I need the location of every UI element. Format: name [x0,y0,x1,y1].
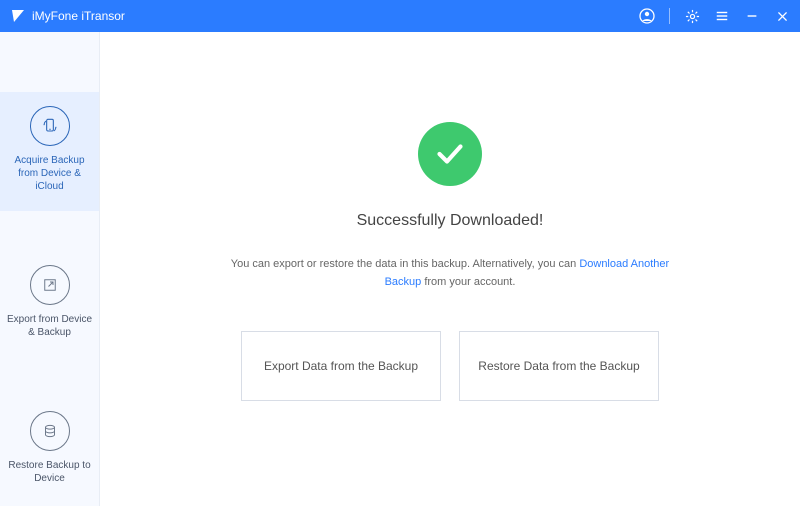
status-description: You can export or restore the data in th… [230,256,670,291]
success-check-icon [418,122,482,186]
export-data-button[interactable]: Export Data from the Backup [241,331,441,401]
action-row: Export Data from the Backup Restore Data… [241,331,659,401]
main-content: Successfully Downloaded! You can export … [100,32,800,506]
phone-sync-icon [30,106,70,146]
export-icon [30,265,70,305]
desc-suffix: from your account. [421,276,515,288]
desc-prefix: You can export or restore the data in th… [231,258,580,270]
sidebar: Acquire Backup from Device & iCloud Expo… [0,32,100,506]
sidebar-item-label: Acquire Backup from Device & iCloud [6,154,93,193]
export-button-label: Export Data from the Backup [264,359,418,373]
sidebar-item-acquire-backup[interactable]: Acquire Backup from Device & iCloud [0,92,99,211]
sidebar-item-label: Export from Device & Backup [6,313,93,339]
status-heading: Successfully Downloaded! [357,212,544,230]
close-button[interactable] [774,8,790,24]
titlebar-left: iMyFone iTransor [10,8,125,24]
app-logo-icon [10,8,26,24]
sidebar-item-export[interactable]: Export from Device & Backup [0,251,99,357]
minimize-button[interactable] [744,8,760,24]
titlebar-controls [639,8,790,24]
titlebar-separator [669,8,670,24]
restore-data-button[interactable]: Restore Data from the Backup [459,331,659,401]
account-icon[interactable] [639,8,655,24]
database-restore-icon [30,411,70,451]
menu-icon[interactable] [714,8,730,24]
restore-button-label: Restore Data from the Backup [478,359,639,373]
app-title: iMyFone iTransor [32,9,125,23]
gear-icon[interactable] [684,8,700,24]
sidebar-item-label: Restore Backup to Device [6,459,93,485]
titlebar: iMyFone iTransor [0,0,800,32]
sidebar-item-restore[interactable]: Restore Backup to Device [0,397,99,503]
